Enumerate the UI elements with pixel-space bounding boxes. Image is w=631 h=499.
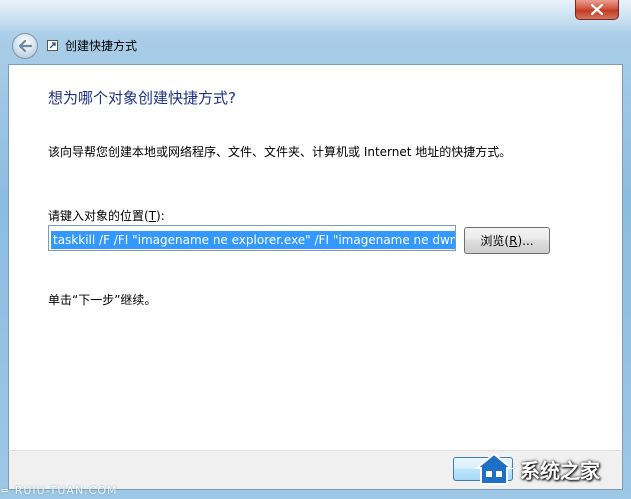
wizard-content: 想为哪个对象创建快捷方式? 该向导帮您创建本地或网络程序、文件、文件夹、计算机或… — [8, 64, 623, 450]
location-input-value: taskkill /F /FI "imagename ne explorer.e… — [51, 231, 455, 249]
page-heading: 想为哪个对象创建快捷方式? — [48, 89, 236, 107]
close-icon — [591, 4, 603, 15]
location-label: 请键入对象的位置(T): — [48, 209, 165, 223]
house-logo-icon — [474, 452, 514, 485]
close-button[interactable] — [575, 0, 619, 20]
watermark-text: 系统之家 — [520, 458, 600, 483]
wizard-title: 创建快捷方式 — [65, 39, 138, 53]
wizard-nav-bar: 创建快捷方式 — [8, 28, 623, 64]
shortcut-icon — [47, 40, 58, 51]
location-input[interactable]: taskkill /F /FI "imagename ne explorer.e… — [48, 225, 456, 251]
site-watermark: = RUIU-TUAN.COM — [0, 484, 118, 497]
wizard-description: 该向导帮您创建本地或网络程序、文件、文件夹、计算机或 Internet 地址的快… — [48, 145, 512, 159]
watermark: 系统之家 — [474, 447, 631, 491]
back-arrow-icon — [18, 40, 32, 52]
browse-button[interactable]: 浏览(R)... — [464, 227, 550, 254]
back-button[interactable] — [12, 33, 38, 59]
continue-hint: 单击“下一步”继续。 — [48, 293, 157, 307]
